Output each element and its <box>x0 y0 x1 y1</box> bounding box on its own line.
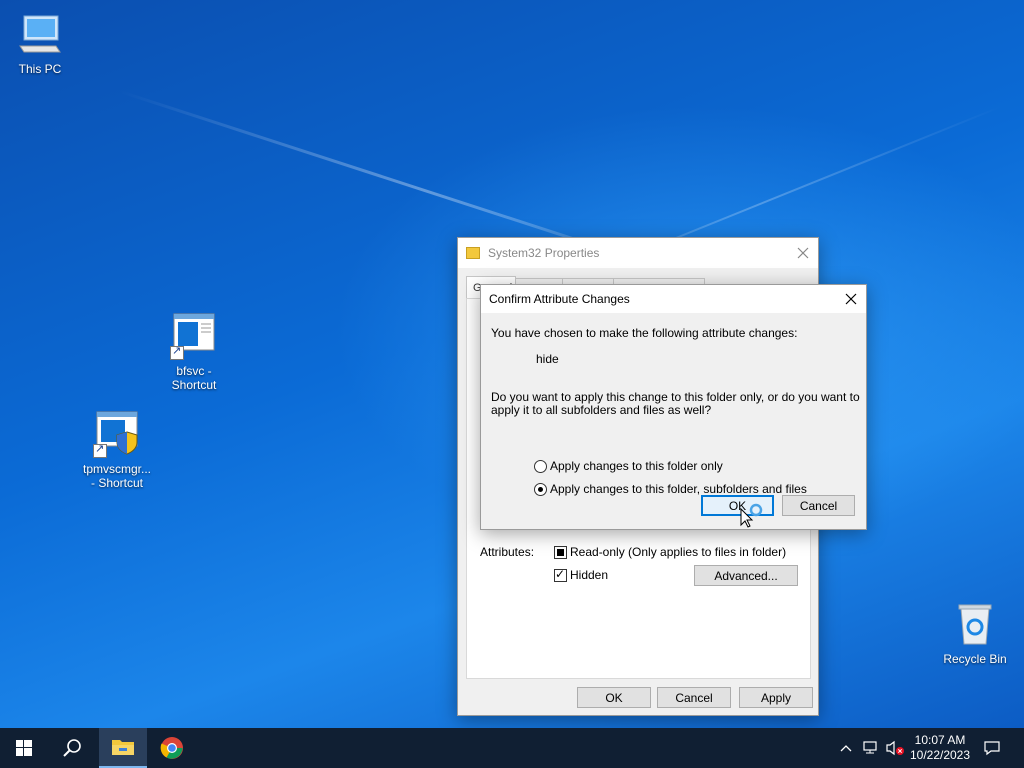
confirm-attribute-changes-dialog: Confirm Attribute Changes You have chose… <box>480 284 867 530</box>
close-button[interactable] <box>836 285 866 313</box>
desktop-icon-tpmvscmgr-shortcut[interactable]: tpmvscmgr... - Shortcut <box>77 410 157 490</box>
application-window-icon <box>170 312 218 360</box>
folder-only-label: Apply changes to this folder only <box>550 459 723 473</box>
volume-muted-icon <box>886 740 904 756</box>
shortcut-arrow-icon <box>93 442 107 458</box>
properties-titlebar[interactable]: System32 Properties <box>458 238 818 268</box>
network-icon <box>863 741 877 754</box>
question-line: apply it to all subfolders and files as … <box>491 403 712 417</box>
recycle-bin-icon <box>951 600 999 648</box>
desktop-icon-label: bfsvc - <box>176 364 212 378</box>
apply-button[interactable]: Apply <box>739 687 813 708</box>
option-all-subfolders[interactable]: Apply changes to this folder, subfolders… <box>534 482 807 496</box>
confirm-cancel-button[interactable]: Cancel <box>782 495 855 516</box>
desktop-icon-recycle-bin[interactable]: Recycle Bin <box>935 600 1015 666</box>
advanced-button[interactable]: Advanced... <box>694 565 798 586</box>
hidden-label: Hidden <box>570 568 609 582</box>
readonly-label: Read-only (Only applies to files in fold… <box>570 545 787 559</box>
close-button[interactable] <box>788 238 818 268</box>
all-subfolders-label: Apply changes to this folder, subfolders… <box>550 482 807 496</box>
clock[interactable]: 10:07 AM 10/22/2023 <box>905 728 975 768</box>
action-center-button[interactable] <box>978 728 1006 768</box>
desktop-icon-label: tpmvscmgr... <box>82 462 151 476</box>
all-subfolders-radio[interactable] <box>534 482 547 496</box>
cancel-button[interactable]: Cancel <box>657 687 731 708</box>
windows-start-icon <box>16 740 32 756</box>
start-button[interactable] <box>0 728 48 768</box>
option-folder-only[interactable]: Apply changes to this folder only <box>534 459 723 473</box>
show-hidden-icons-button[interactable] <box>836 728 856 768</box>
notification-icon <box>984 741 1000 756</box>
volume-button[interactable] <box>884 728 906 768</box>
readonly-checkbox[interactable] <box>554 545 567 559</box>
properties-title: System32 Properties <box>488 246 600 260</box>
chevron-up-icon <box>840 745 852 752</box>
chrome-taskbar-button[interactable] <box>148 728 196 768</box>
folder-only-radio[interactable] <box>534 459 547 473</box>
confirm-body: You have chosen to make the following at… <box>481 313 866 529</box>
desktop-icon-label: This PC <box>18 62 62 76</box>
intro-text: You have chosen to make the following at… <box>491 326 798 340</box>
hidden-checkbox[interactable] <box>554 567 567 582</box>
network-button[interactable] <box>860 728 882 768</box>
desktop-icon-label: - Shortcut <box>90 476 144 490</box>
file-explorer-taskbar-button[interactable] <box>99 728 147 768</box>
application-shield-icon <box>93 410 141 458</box>
search-icon <box>63 739 81 757</box>
shortcut-arrow-icon <box>170 344 184 360</box>
confirm-title: Confirm Attribute Changes <box>489 292 630 306</box>
attributes-label: Attributes: <box>480 545 535 559</box>
close-icon <box>797 247 809 259</box>
desktop-icon-this-pc[interactable]: This PC <box>0 10 80 76</box>
chrome-icon <box>160 737 183 759</box>
file-explorer-icon <box>112 740 134 755</box>
mouse-cursor <box>740 503 764 529</box>
desktop-icon-label: Shortcut <box>171 378 217 392</box>
busy-cursor-icon <box>740 503 763 528</box>
change-value: hide <box>536 352 559 366</box>
clock-date: 10/22/2023 <box>909 748 971 762</box>
folder-icon <box>466 247 480 259</box>
desktop-icon-label: Recycle Bin <box>943 652 1007 666</box>
close-icon <box>845 293 857 305</box>
desktop-icon-bfsvc-shortcut[interactable]: bfsvc - Shortcut <box>154 312 234 392</box>
question-text: Do you want to apply this change to this… <box>491 391 860 417</box>
hidden-checkbox-row[interactable]: Hidden <box>554 567 609 582</box>
taskbar: 10:07 AM 10/22/2023 <box>0 728 1024 768</box>
clock-time: 10:07 AM <box>914 733 966 747</box>
ok-button[interactable]: OK <box>577 687 651 708</box>
readonly-checkbox-row[interactable]: Read-only (Only applies to files in fold… <box>554 545 786 559</box>
search-button[interactable] <box>48 728 96 768</box>
confirm-titlebar[interactable]: Confirm Attribute Changes <box>481 285 866 313</box>
computer-icon <box>16 10 64 58</box>
